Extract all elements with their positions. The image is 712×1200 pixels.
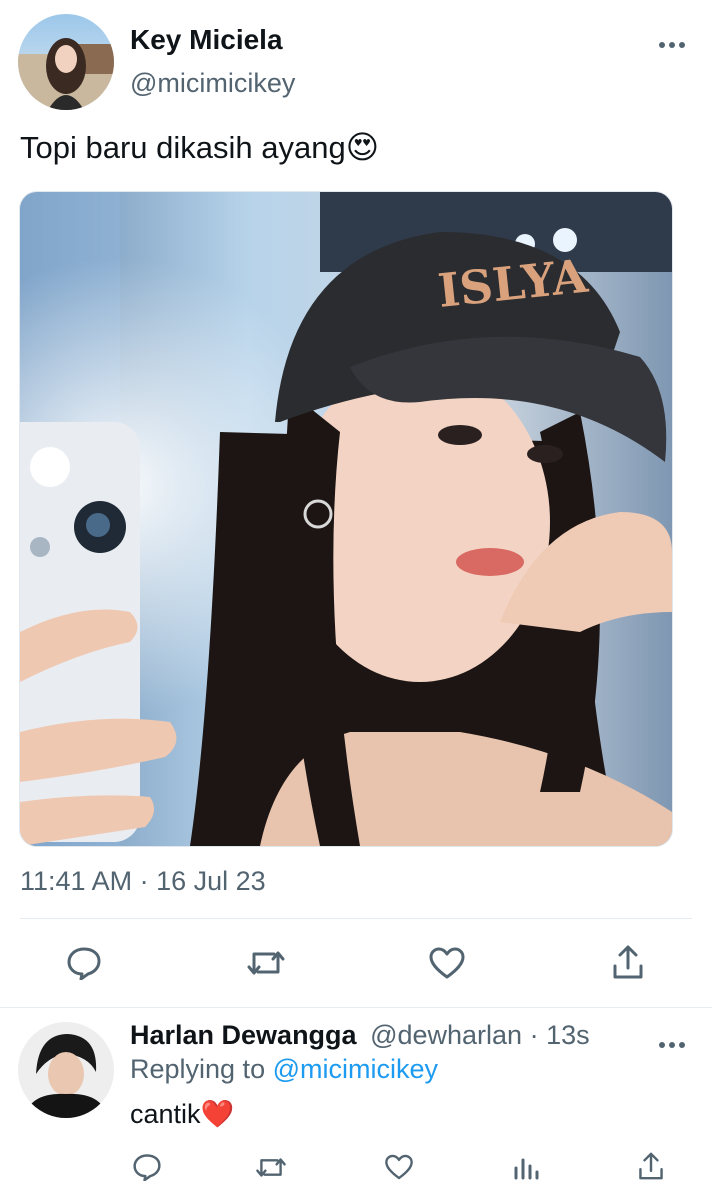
author-handle[interactable]: @micimicikey <box>130 68 295 99</box>
red-heart-emoji-icon: ❤️ <box>200 1099 235 1129</box>
reply-icon[interactable] <box>66 946 102 980</box>
tweet-text: Topi baru dikasih ayang😍 <box>20 128 379 166</box>
reply-author-handle[interactable]: @dewharlan <box>370 1020 522 1050</box>
author-name[interactable]: Key Miciela <box>130 24 283 56</box>
reply-more-options-icon[interactable] <box>658 1030 686 1056</box>
author-avatar[interactable] <box>18 14 114 110</box>
reply-text-content: cantik <box>130 1099 201 1129</box>
tweet-text-content: Topi baru dikasih ayang <box>20 130 346 165</box>
replying-to-label: Replying to <box>130 1054 266 1084</box>
reply-analytics-icon[interactable] <box>512 1154 540 1182</box>
tweet-photo[interactable]: ISLYA <box>19 191 673 847</box>
retweet-icon[interactable] <box>246 948 286 978</box>
tweet-timestamp[interactable]: 11:41 AM · 16 Jul 23 <box>20 866 266 897</box>
reply-author-name[interactable]: Harlan Dewangga <box>130 1020 357 1050</box>
reply-reply-icon[interactable] <box>132 1153 162 1181</box>
heart-eyes-emoji-icon: 😍 <box>345 129 380 165</box>
replying-to: Replying to @micimicikey <box>130 1054 438 1085</box>
reply-time[interactable]: · 13s <box>530 1020 590 1050</box>
reply-author-avatar[interactable] <box>18 1022 114 1118</box>
more-options-icon[interactable] <box>658 30 686 56</box>
replying-to-handle-link[interactable]: @micimicikey <box>273 1054 438 1084</box>
like-icon[interactable] <box>428 946 466 980</box>
section-divider <box>0 1007 712 1008</box>
reply-text: cantik❤️ <box>130 1098 234 1130</box>
reply-header: Harlan Dewangga @dewharlan · 13s <box>130 1020 590 1051</box>
reply-retweet-icon[interactable] <box>255 1155 287 1180</box>
share-icon[interactable] <box>612 944 644 980</box>
divider <box>20 918 692 919</box>
reply-like-icon[interactable] <box>384 1153 414 1181</box>
reply-share-icon[interactable] <box>638 1151 664 1181</box>
